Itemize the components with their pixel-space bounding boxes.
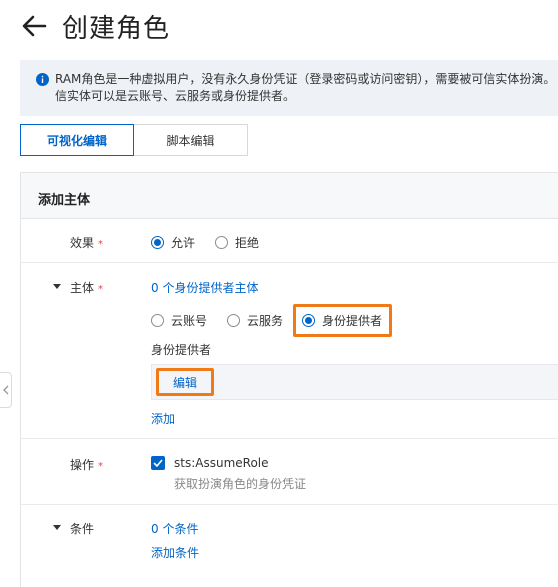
radio-label: 身份提供者 bbox=[322, 314, 383, 328]
back-arrow-icon[interactable] bbox=[20, 12, 48, 40]
chevron-left-icon bbox=[2, 385, 8, 395]
edit-label: 编辑 bbox=[172, 375, 197, 390]
radio-label: 拒绝 bbox=[235, 236, 260, 250]
radio-label: 云服务 bbox=[247, 314, 284, 328]
caret-down-icon[interactable] bbox=[53, 284, 61, 290]
effect-row: 效果 * 允许 拒绝 bbox=[21, 219, 558, 263]
radio-unselected-icon bbox=[151, 314, 164, 327]
effect-label-text: 效果 bbox=[70, 236, 95, 250]
principal-type-radio-group: 云账号 云服务 身份提供者 bbox=[151, 304, 393, 337]
assume-role-checkbox[interactable]: sts:AssumeRole bbox=[151, 456, 269, 470]
add-condition-link[interactable]: 添加条件 bbox=[151, 544, 199, 561]
panel-title: 添加主体 bbox=[21, 173, 558, 219]
effect-deny-radio[interactable]: 拒绝 bbox=[215, 234, 259, 251]
action-row: 操作 * sts:AssumeRole 获取扮演角色的身份凭证 bbox=[21, 439, 558, 505]
principal-label-text: 主体 bbox=[70, 281, 95, 295]
tab-visual-editor[interactable]: 可视化编辑 bbox=[20, 124, 134, 156]
provider-field-label: 身份提供者 bbox=[151, 343, 212, 357]
action-value: sts:AssumeRole bbox=[174, 456, 269, 470]
checkbox-checked-icon bbox=[151, 456, 165, 470]
add-principal-panel: 添加主体 效果 * 允许 拒绝 主体 * 0 个身份提供者主体 云账号 云服务 … bbox=[20, 172, 558, 587]
condition-row: 条件 0 个条件 添加条件 bbox=[21, 505, 558, 575]
condition-summary-link[interactable]: 0 个条件 bbox=[151, 520, 198, 537]
action-description: 获取扮演角色的身份凭证 bbox=[174, 477, 307, 491]
effect-radio-group: 允许 拒绝 bbox=[151, 234, 279, 251]
action-label-text: 操作 bbox=[70, 458, 95, 472]
condition-label: 条件 bbox=[70, 522, 95, 536]
effect-label: 效果 * bbox=[70, 234, 103, 251]
tab-script-editor[interactable]: 脚本编辑 bbox=[134, 124, 248, 156]
notice-text-line2: 信实体可以是云账号、云服务或身份提供者。 bbox=[55, 89, 296, 103]
principal-summary-link[interactable]: 0 个身份提供者主体 bbox=[151, 279, 258, 296]
info-notice: RAM角色是一种虚拟用户，没有永久身份凭证（登录密码或访问密钥），需要被可信实体… bbox=[20, 60, 558, 116]
editor-tabs: 可视化编辑 脚本编辑 bbox=[20, 124, 248, 156]
notice-text-line1: RAM角色是一种虚拟用户，没有永久身份凭证（登录密码或访问密钥），需要被可信实体… bbox=[55, 72, 556, 86]
identity-provider-box: 编辑 bbox=[151, 364, 558, 400]
required-mark: * bbox=[98, 284, 104, 295]
principal-identity-provider-radio[interactable]: 身份提供者 bbox=[293, 304, 393, 337]
principal-row: 主体 * 0 个身份提供者主体 云账号 云服务 身份提供者 身份提供者 编辑 添… bbox=[21, 263, 558, 439]
radio-selected-icon bbox=[151, 236, 164, 249]
radio-selected-icon bbox=[302, 314, 316, 327]
radio-label: 云账号 bbox=[171, 314, 208, 328]
principal-cloud-service-radio[interactable]: 云服务 bbox=[227, 312, 283, 329]
caret-down-icon[interactable] bbox=[53, 525, 61, 531]
radio-label: 允许 bbox=[171, 236, 196, 250]
page-header: 创建角色 bbox=[20, 8, 170, 44]
side-collapse-handle[interactable] bbox=[0, 372, 12, 408]
required-mark: * bbox=[98, 239, 104, 250]
add-provider-link[interactable]: 添加 bbox=[151, 410, 175, 427]
radio-unselected-icon bbox=[227, 314, 241, 327]
principal-cloud-account-radio[interactable]: 云账号 bbox=[151, 312, 207, 329]
edit-provider-button[interactable]: 编辑 bbox=[156, 368, 214, 396]
principal-label: 主体 * bbox=[70, 279, 103, 296]
required-mark: * bbox=[98, 461, 104, 472]
page-title: 创建角色 bbox=[62, 13, 171, 44]
action-label: 操作 * bbox=[70, 456, 103, 473]
create-role-page: 创建角色 RAM角色是一种虚拟用户，没有永久身份凭证（登录密码或访问密钥），需要… bbox=[0, 0, 558, 587]
radio-unselected-icon bbox=[215, 236, 229, 249]
info-icon bbox=[36, 73, 49, 86]
effect-allow-radio[interactable]: 允许 bbox=[151, 234, 195, 251]
